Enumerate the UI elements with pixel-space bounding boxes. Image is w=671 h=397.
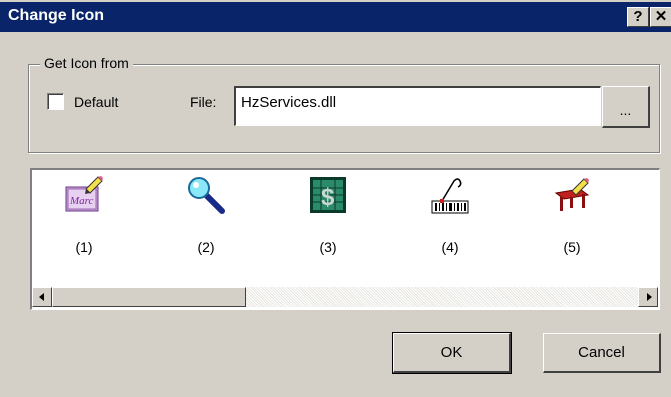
horizontal-scrollbar[interactable] [32, 287, 658, 307]
cancel-button[interactable]: Cancel [543, 333, 661, 373]
marc-record-icon: Marc [65, 176, 103, 212]
scroll-left-button[interactable] [32, 287, 52, 307]
icon-caption: (1) [75, 239, 93, 255]
svg-text:Marc: Marc [69, 195, 94, 207]
group-label: Get Icon from [40, 55, 133, 71]
svg-text:$: $ [321, 184, 335, 211]
table-edit-icon [554, 178, 590, 211]
title-bar[interactable]: Change Icon ? ✕ [0, 2, 671, 32]
window-title: Change Icon [8, 7, 105, 24]
help-button[interactable]: ? [627, 7, 649, 27]
file-label: File: [190, 94, 217, 110]
dollar-ledger-icon: $ [310, 177, 346, 213]
barcode-scanner-icon [431, 178, 469, 214]
icon-caption: (3) [319, 239, 337, 255]
icon-item-5[interactable]: (5) [532, 175, 612, 265]
scrollbar-thumb[interactable] [52, 287, 246, 307]
change-icon-dialog: Change Icon ? ✕ Get Icon from Default Fi… [0, 0, 671, 397]
icon-caption: (5) [563, 239, 581, 255]
icon-item-3[interactable]: $ (3) [288, 175, 368, 265]
close-button[interactable]: ✕ [650, 7, 671, 27]
icon-item-2[interactable]: (2) [166, 175, 246, 265]
icon-item-4[interactable]: (4) [410, 175, 490, 265]
browse-button[interactable]: ... [602, 86, 650, 128]
scroll-right-button[interactable] [638, 287, 658, 307]
icon-caption: (4) [441, 239, 459, 255]
icon-caption: (2) [197, 239, 215, 255]
icon-item-1[interactable]: Marc (1) [44, 175, 124, 265]
default-checkbox-label[interactable]: Default [74, 94, 118, 110]
arrow-left-icon [39, 293, 44, 301]
arrow-right-icon [647, 293, 652, 301]
file-input[interactable]: HzServices.dll [234, 86, 601, 126]
ok-button[interactable]: OK [392, 332, 512, 374]
default-checkbox[interactable] [47, 93, 64, 110]
magnifier-icon [188, 177, 225, 214]
